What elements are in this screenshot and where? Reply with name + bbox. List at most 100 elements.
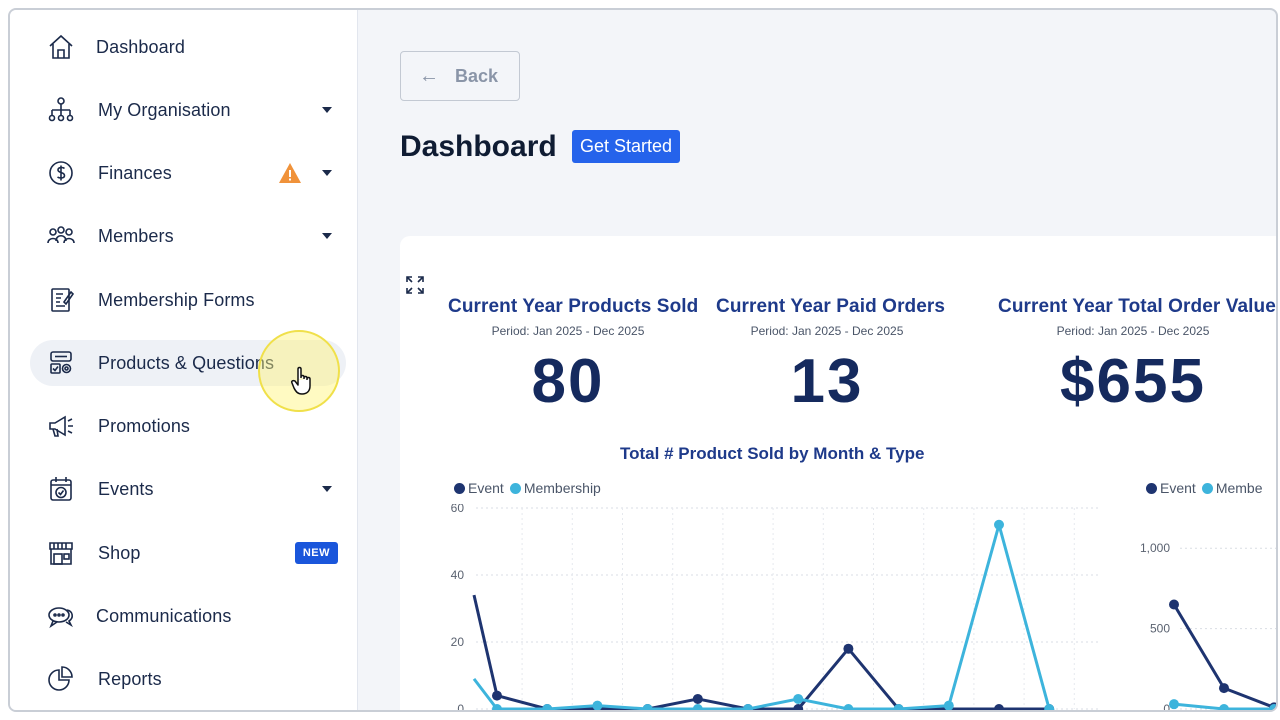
legend-dot [454, 482, 465, 494]
data-point-membership [1044, 704, 1055, 710]
data-point-membership [642, 704, 653, 710]
legend-label: Membership [523, 480, 601, 496]
chevron-down-icon[interactable] [322, 107, 332, 113]
get-started-button[interactable]: Get Started [572, 130, 681, 163]
dashboard-report-card: Current Year Products Sold Period: Jan 2… [400, 236, 1276, 712]
legend-dot [1201, 482, 1213, 494]
data-point-membe [1219, 704, 1229, 710]
back-button[interactable]: ← Back [400, 51, 520, 101]
sidebar-item-finances[interactable]: Finances [30, 150, 346, 196]
sidebar-item-label: Membership Forms [98, 289, 255, 310]
sidebar-item-label: Members [98, 225, 174, 246]
kpi-title: Current Year Total Order Value [998, 296, 1276, 317]
calendar-icon [44, 472, 78, 506]
legend-dot [1146, 482, 1157, 494]
line-chart-order-value: 05001,000 [1140, 541, 1276, 710]
y-tick-label: 500 [1150, 622, 1170, 636]
data-point-membership [994, 519, 1004, 530]
kpi-title: Current Year Products Sold [448, 296, 699, 317]
expand-icon[interactable] [406, 276, 424, 299]
y-tick-label: 60 [451, 504, 465, 515]
org-chart-icon [44, 93, 78, 127]
products-icon [44, 346, 78, 380]
sidebar-item-label: Events [98, 478, 154, 499]
back-button-label: Back [455, 65, 499, 86]
sidebar-item-label: Reports [98, 668, 162, 689]
y-tick-label: 40 [451, 568, 465, 582]
arrow-left-icon: ← [419, 64, 439, 87]
legend-item-event: Event [454, 480, 504, 496]
sidebar: Dashboard My Organisation Finances Membe… [10, 10, 358, 710]
data-point-event [692, 693, 703, 704]
sidebar-item-label: Shop [98, 542, 141, 563]
legend-item-membership: Membership [509, 480, 601, 496]
data-point-event [1169, 599, 1179, 610]
kpi-total-order-value: Current Year Total Order Value Period: J… [998, 296, 1276, 417]
data-point-membership [592, 700, 603, 710]
legend-label: Membe [1215, 480, 1263, 496]
page-title: Dashboard [400, 130, 557, 163]
chart-legend: Event Membership [454, 480, 607, 496]
sidebar-item-label: Promotions [98, 415, 191, 436]
legend-dot [509, 482, 521, 494]
legend-item-membe: Membe [1201, 480, 1263, 496]
form-icon [44, 283, 78, 317]
sidebar-item-membership-forms[interactable]: Membership Forms [30, 277, 346, 323]
hand-cursor-icon [290, 366, 314, 401]
kpi-period: Period: Jan 2025 - Dec 2025 [1056, 324, 1210, 338]
kpi-paid-orders: Current Year Paid Orders Period: Jan 202… [716, 296, 946, 417]
series-line-membership [472, 523, 1051, 710]
y-tick-label: 0 [457, 702, 464, 712]
new-badge: NEW [294, 542, 338, 564]
data-point-membership [943, 700, 954, 710]
y-tick-label: 1,000 [1140, 541, 1170, 555]
sidebar-item-shop[interactable]: Shop NEW [30, 530, 346, 576]
chevron-down-icon[interactable] [322, 170, 332, 176]
sidebar-item-reports[interactable]: Reports [30, 656, 346, 702]
sidebar-item-dashboard[interactable]: Dashboard [30, 24, 346, 70]
store-icon [44, 536, 78, 570]
data-point-event [492, 690, 502, 701]
app-window: Dashboard My Organisation Finances Membe… [8, 8, 1278, 712]
sidebar-item-events[interactable]: Events [30, 466, 346, 512]
megaphone-icon [44, 409, 78, 443]
legend-label: Event [1160, 480, 1196, 496]
sidebar-item-label: Products & Questions [98, 352, 275, 373]
data-point-event [994, 704, 1004, 710]
sidebar-item-communications[interactable]: Communications [30, 593, 346, 639]
data-point-membership [542, 704, 553, 710]
chart-title: Total # Product Sold by Month & Type [620, 444, 925, 463]
y-tick-label: 20 [451, 635, 465, 649]
kpi-period: Period: Jan 2025 - Dec 2025 [750, 324, 904, 338]
chevron-down-icon[interactable] [322, 233, 332, 239]
sidebar-item-label: Dashboard [96, 36, 185, 57]
data-point-membership [793, 693, 804, 704]
kpi-value: 13 [790, 347, 864, 416]
legend-item-event: Event [1146, 480, 1196, 496]
line-chart-products-sold: 0 20 40 60 [451, 504, 1100, 712]
main-content: ← Back Dashboard Get Started Current Yea… [358, 22, 1276, 710]
kpi-period: Period: Jan 2025 - Dec 2025 [491, 324, 645, 338]
pie-chart-icon [44, 662, 78, 696]
sidebar-item-members[interactable]: Members [30, 213, 346, 259]
kpi-title: Current Year Paid Orders [716, 296, 946, 317]
sidebar-item-label: Finances [98, 162, 172, 183]
sidebar-item-label: My Organisation [98, 99, 231, 120]
sidebar-item-my-organisation[interactable]: My Organisation [30, 87, 346, 133]
chat-icon [44, 599, 78, 633]
data-point-event [843, 643, 854, 654]
data-point-event [1219, 683, 1229, 694]
home-icon [44, 30, 78, 64]
data-point-membership [843, 704, 854, 710]
kpi-value: $655 [1060, 347, 1206, 416]
kpi-products-sold: Current Year Products Sold Period: Jan 2… [448, 296, 699, 417]
data-point-membership [692, 704, 703, 710]
chevron-down-icon[interactable] [322, 486, 332, 492]
chart-legend-2: Event Membe [1146, 480, 1269, 496]
people-icon [44, 219, 78, 253]
legend-label: Event [468, 480, 504, 496]
data-point-membership [743, 704, 753, 710]
dollar-icon [44, 156, 78, 190]
warning-icon [278, 162, 302, 189]
data-point-membe [1169, 699, 1179, 710]
